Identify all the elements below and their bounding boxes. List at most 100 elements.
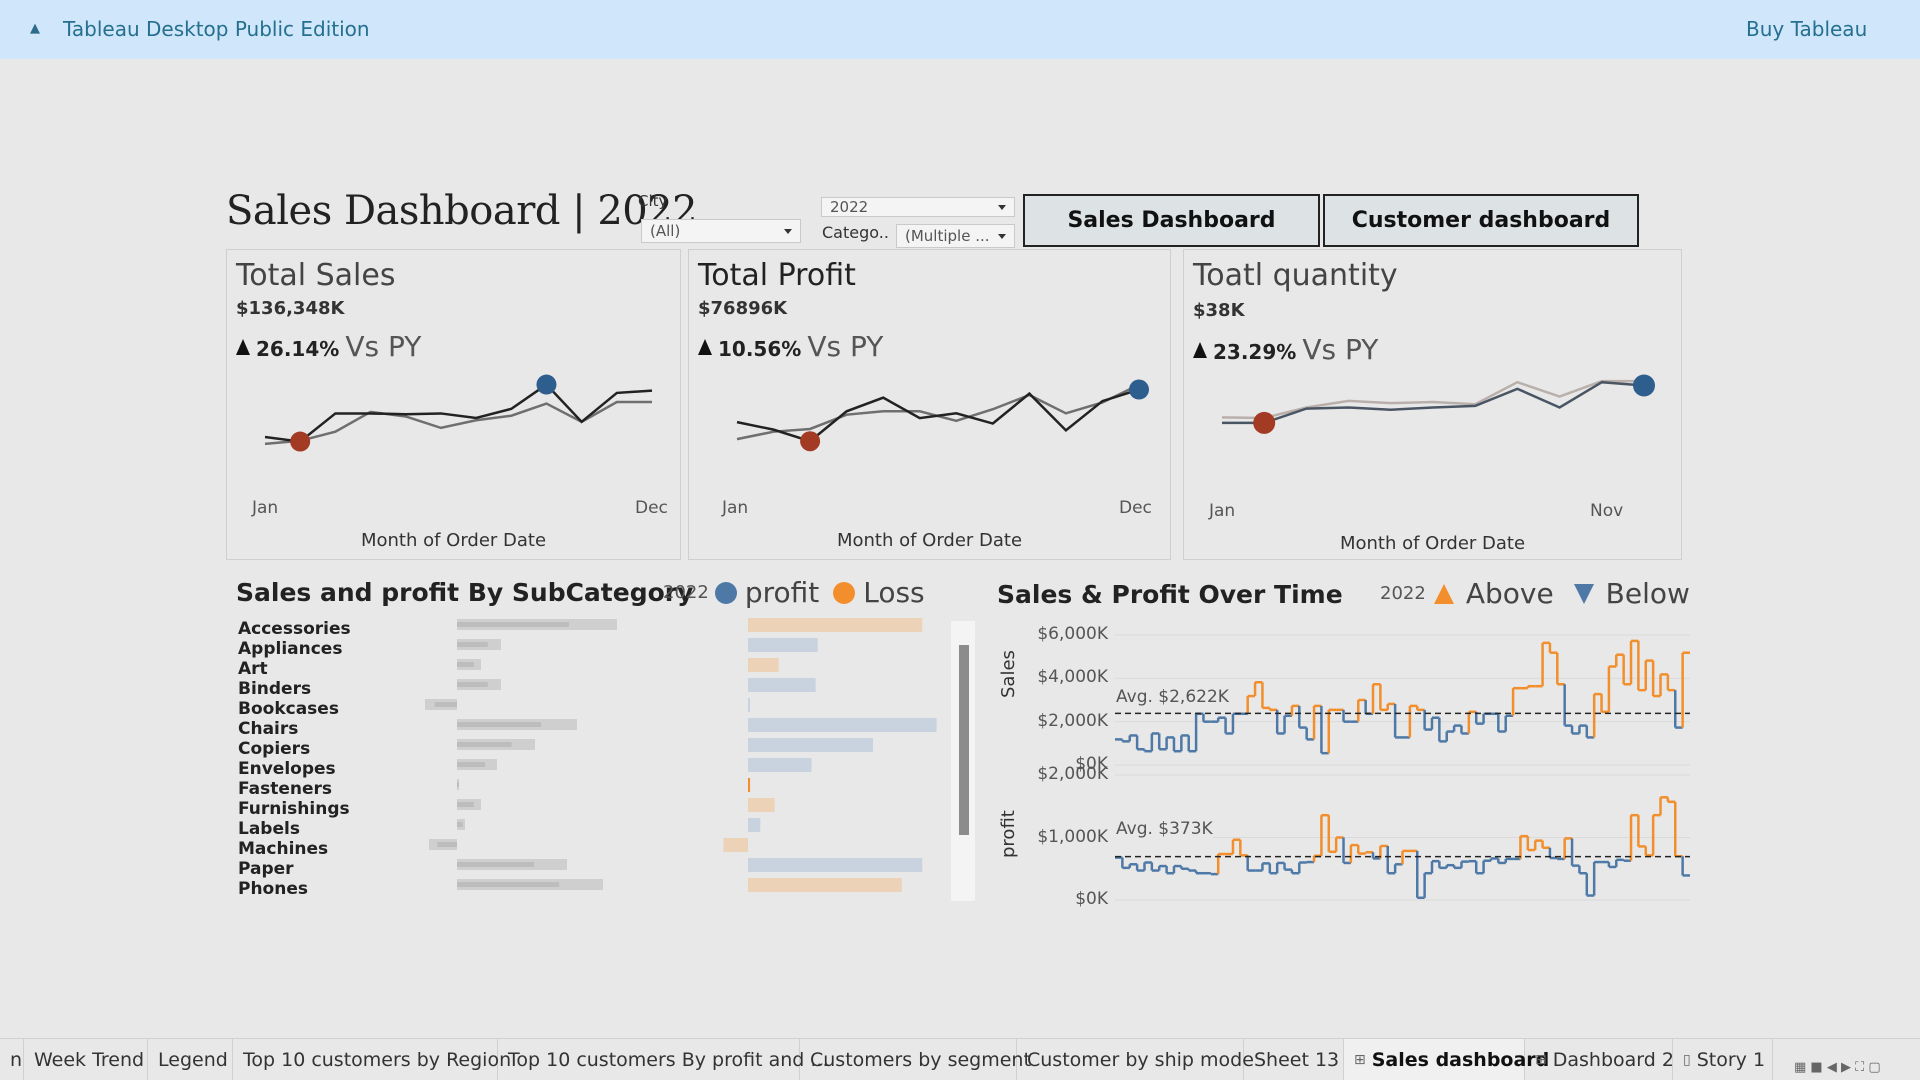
sales-bar-prev-year: [457, 622, 569, 627]
app-title: Tableau Desktop Public Edition: [63, 17, 370, 41]
profit-legend-dot-icon: [714, 581, 737, 604]
sparkline-min-marker: [800, 431, 821, 452]
sales-bar-prev-year: [437, 842, 457, 847]
sheet-tab[interactable]: ⊞ Dashboard 2: [1525, 1039, 1674, 1080]
axis-title: Month of Order Date: [360, 530, 547, 551]
kpi-title: Toatl quantity: [1193, 258, 1398, 293]
subcategory-row[interactable]: Phones: [238, 879, 308, 899]
profit-avg-label: Avg. $373K: [1116, 819, 1213, 839]
sales-axis-title: Sales: [998, 650, 1019, 698]
subcategory-row[interactable]: Labels: [238, 819, 300, 839]
profit-bar[interactable]: [748, 858, 923, 872]
subcategory-scrollbar[interactable]: [951, 621, 975, 901]
profit-bar[interactable]: [748, 678, 816, 692]
customer-dashboard-button[interactable]: Customer dashboard: [1323, 194, 1639, 247]
profit-bar[interactable]: [748, 698, 751, 712]
axis-tick-label: $1,000K: [1037, 826, 1108, 847]
loss-legend-dot-icon: [833, 581, 856, 604]
sheet-tab[interactable]: ▯ Story 1: [1673, 1039, 1773, 1080]
profit-bar[interactable]: [748, 618, 923, 632]
subcategory-name: Phones: [238, 879, 308, 899]
legend-loss-label: Loss: [863, 576, 925, 609]
sheet-tab[interactable]: Week Trend: [24, 1039, 148, 1080]
sales-bar-prev-year: [457, 682, 488, 687]
profit-bar[interactable]: [748, 738, 874, 752]
sheet-tab[interactable]: Top 10 customers by Region: [233, 1039, 511, 1080]
subcategory-row[interactable]: Copiers: [238, 739, 310, 759]
subcategory-row[interactable]: Fasteners: [238, 779, 332, 799]
axis-end-label: Dec: [1119, 498, 1152, 518]
subcategory-row[interactable]: Bookcases: [238, 699, 339, 719]
profit-bar[interactable]: [748, 878, 902, 892]
megaphone-icon: ▲: [30, 21, 40, 36]
profit-bar[interactable]: [748, 778, 751, 792]
kpi-sparkline: [736, 379, 1149, 452]
subcategory-name: Chairs: [238, 719, 299, 739]
profit-bar[interactable]: [723, 838, 748, 852]
category-filter-select[interactable]: (Multiple ...: [896, 224, 1015, 248]
buy-tableau-link[interactable]: Buy Tableau: [1746, 17, 1867, 41]
axis-tick-label: $6,000K: [1037, 624, 1108, 644]
sparkline-min-marker: [290, 431, 311, 452]
sheet-tab[interactable]: n: [0, 1039, 24, 1080]
subcategory-row[interactable]: Furnishings: [238, 799, 350, 819]
sheet-tab-label: n: [10, 1049, 23, 1071]
subcategory-row[interactable]: Accessories: [238, 619, 351, 639]
time-section-title: Sales & Profit Over Time: [997, 580, 1343, 609]
sheet-tab-label: Customer by ship mode: [1027, 1049, 1254, 1071]
subcategory-row[interactable]: Art: [238, 659, 268, 679]
subcategory-row[interactable]: Paper: [238, 859, 294, 879]
sheet-tab[interactable]: Legend: [148, 1039, 233, 1080]
profit-bar[interactable]: [748, 798, 775, 812]
sparkline-min-marker: [1253, 411, 1276, 434]
dashboard-icon: ⊞: [1354, 1052, 1366, 1068]
sheet-tab-label: Week Trend: [34, 1049, 145, 1071]
year-filter-select[interactable]: 2022: [821, 197, 1015, 217]
subcategory-row[interactable]: Envelopes: [238, 759, 336, 779]
category-filter-value: (Multiple ...: [905, 227, 990, 245]
subcategory-row[interactable]: Appliances: [238, 639, 342, 659]
profit-bar[interactable]: [748, 818, 761, 832]
axis-end-label: Dec: [635, 498, 668, 518]
sales-bar-prev-year: [457, 802, 474, 807]
sales-bar-prev-year: [457, 822, 463, 827]
subcategory-name: Accessories: [238, 619, 351, 639]
grid-view-icon[interactable]: ▦ ■ ◀ ▶ ⛶ ▢: [1794, 1060, 1881, 1075]
profit-bar[interactable]: [748, 718, 937, 732]
sales-bar-prev-year: [457, 642, 488, 647]
axis-start-label: Jan: [1209, 501, 1236, 521]
sales-dashboard-button[interactable]: Sales Dashboard: [1023, 194, 1320, 247]
sales-bar-prev-year: [457, 782, 459, 787]
subcategory-section-title: Sales and profit By SubCategory: [236, 578, 694, 607]
axis-title: Month of Order Date: [836, 530, 1023, 551]
chevron-down-icon: [784, 229, 792, 234]
subcategory-row[interactable]: Chairs: [238, 719, 298, 739]
subcategory-name: Paper: [238, 859, 294, 879]
subcategory-row[interactable]: Machines: [238, 839, 328, 859]
sheet-tab[interactable]: Top 10 customers By profit and ...: [498, 1039, 829, 1080]
profit-bar[interactable]: [748, 758, 812, 772]
subcategory-row[interactable]: Binders: [238, 679, 311, 699]
kpi-change: 23.29% Vs PY: [1193, 333, 1378, 366]
city-filter-label: City: [638, 192, 668, 210]
year-filter-value: 2022: [830, 198, 869, 216]
scrollbar-thumb[interactable]: [959, 645, 969, 835]
subcategory-bars: [425, 618, 937, 892]
sales-bar-prev-year: [434, 702, 457, 707]
triangle-up-icon: [1193, 341, 1207, 358]
axis-start-label: Jan: [722, 498, 749, 518]
sales-bar-prev-year: [457, 762, 485, 767]
axis-tick-label: $0K: [1075, 889, 1108, 909]
kpi-vs-label: Vs PY: [807, 330, 884, 363]
sales-bar-prev-year: [457, 662, 474, 667]
sheet-tab[interactable]: Sheet 13: [1244, 1039, 1344, 1080]
profit-bar[interactable]: [748, 658, 779, 672]
sheet-tab[interactable]: Customers by segment: [800, 1039, 1031, 1080]
subcategory-name: Machines: [238, 839, 329, 859]
sheet-tab[interactable]: Customer by ship mode: [1017, 1039, 1254, 1080]
city-filter-select[interactable]: (All): [641, 219, 801, 243]
kpi-vs-label: Vs PY: [345, 330, 422, 363]
story-icon: ▯: [1683, 1052, 1691, 1068]
sheet-tab[interactable]: ⊞ Sales dashboard: [1344, 1039, 1549, 1080]
profit-bar[interactable]: [748, 638, 818, 652]
